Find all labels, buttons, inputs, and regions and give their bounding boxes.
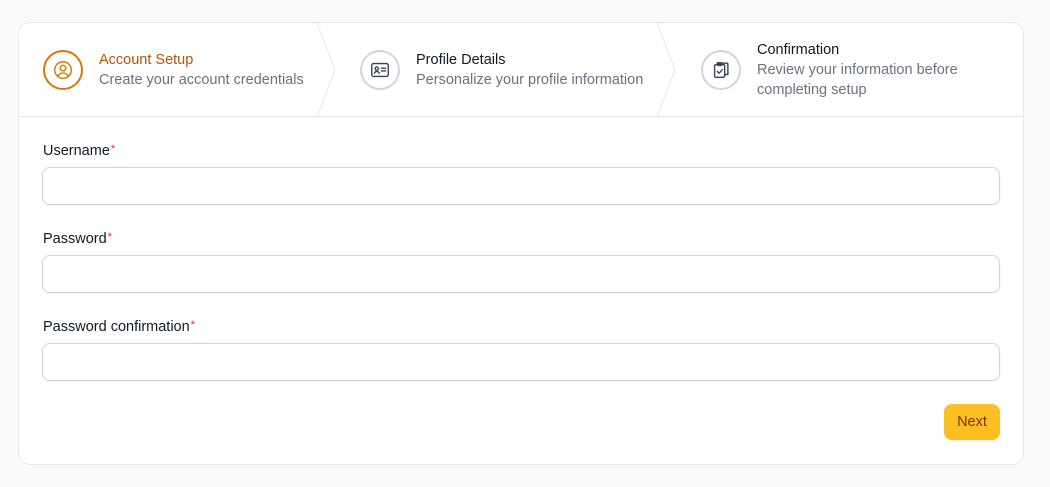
step-description: Review your information before completin… <box>757 62 958 98</box>
required-asterisk: * <box>190 319 195 331</box>
id-card-icon <box>360 50 400 90</box>
stepper: Account Setup Create your account creden… <box>19 23 1023 117</box>
next-button[interactable]: Next <box>944 404 1000 440</box>
step-title: Profile Details <box>416 52 506 68</box>
password-input[interactable] <box>42 255 1000 293</box>
wizard-card: Account Setup Create your account creden… <box>18 22 1024 465</box>
password-confirmation-label: Password confirmation* <box>43 318 195 336</box>
password-confirmation-input[interactable] <box>42 343 1000 381</box>
required-asterisk: * <box>107 231 112 243</box>
username-label: Username* <box>43 142 115 160</box>
password-confirmation-label-text: Password confirmation <box>43 319 190 335</box>
step-title: Confirmation <box>757 42 840 58</box>
password-label-text: Password <box>43 231 107 247</box>
username-label-text: Username <box>43 143 110 159</box>
password-label: Password* <box>43 230 112 248</box>
step-confirmation[interactable]: Confirmation Review your information bef… <box>701 23 997 117</box>
username-input[interactable] <box>42 167 1000 205</box>
step-title: Account Setup <box>99 52 194 68</box>
required-asterisk: * <box>110 143 116 155</box>
step-description: Personalize your profile information <box>416 72 644 88</box>
step-profile-details[interactable]: Profile Details Personalize your profile… <box>360 23 643 117</box>
user-circle-icon <box>43 50 83 90</box>
step-description: Create your account credentials <box>99 72 304 88</box>
clipboard-check-icon <box>701 50 741 90</box>
step-account-setup[interactable]: Account Setup Create your account creden… <box>43 23 304 117</box>
